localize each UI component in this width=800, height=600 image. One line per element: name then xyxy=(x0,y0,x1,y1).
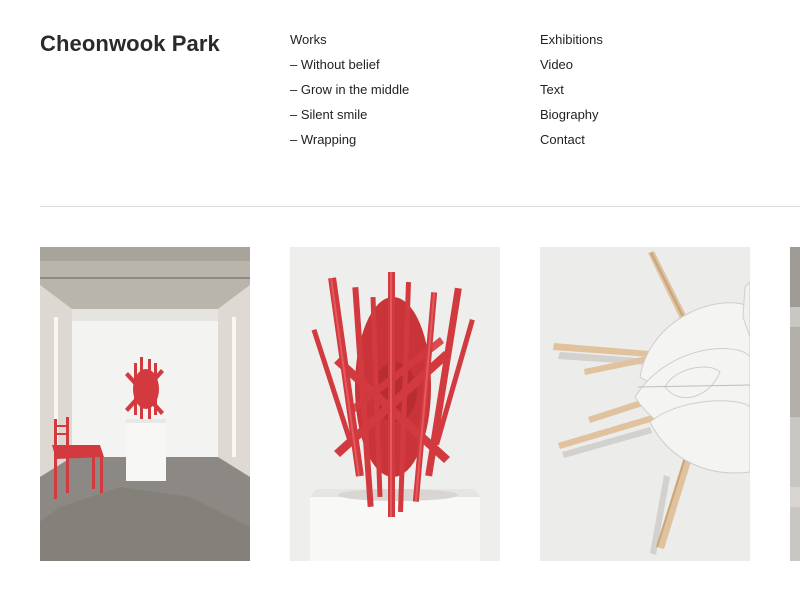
page: Cheonwook Park Works – Without belief – … xyxy=(0,0,800,600)
main-nav: Exhibitions Video Text Biography Contact xyxy=(540,31,603,156)
nav-item-silent-smile: – Silent smile xyxy=(290,106,409,131)
nav-link-wrapping[interactable]: – Wrapping xyxy=(290,132,356,147)
works-nav: Works – Without belief – Grow in the mid… xyxy=(290,31,409,156)
installation-view-image xyxy=(40,247,250,561)
gallery-thumbnail-1[interactable] xyxy=(40,247,250,561)
site-title[interactable]: Cheonwook Park xyxy=(40,31,220,57)
nav-link-without-belief[interactable]: – Without belief xyxy=(290,57,380,72)
nav-link-video[interactable]: Video xyxy=(540,57,573,72)
nav-item-contact: Contact xyxy=(540,131,603,156)
nav-item-grow-in-the-middle: – Grow in the middle xyxy=(290,81,409,106)
nav-link-works[interactable]: Works xyxy=(290,32,327,47)
nav-item-works: Works xyxy=(290,31,409,56)
nav-link-exhibitions[interactable]: Exhibitions xyxy=(540,32,603,47)
nav-link-biography[interactable]: Biography xyxy=(540,107,599,122)
nav-item-without-belief: – Without belief xyxy=(290,56,409,81)
header-divider xyxy=(40,206,800,207)
nav-item-wrapping: – Wrapping xyxy=(290,131,409,156)
gallery-thumbnail-4[interactable] xyxy=(790,247,800,561)
wall-sculpture-image xyxy=(540,247,750,561)
gallery-thumbnail-3[interactable] xyxy=(540,247,750,561)
nav-link-grow-in-the-middle[interactable]: – Grow in the middle xyxy=(290,82,409,97)
nav-link-contact[interactable]: Contact xyxy=(540,132,585,147)
nav-link-silent-smile[interactable]: – Silent smile xyxy=(290,107,367,122)
nav-item-exhibitions: Exhibitions xyxy=(540,31,603,56)
gallery-thumbnail-2[interactable] xyxy=(290,247,500,561)
partial-artwork-image xyxy=(790,247,800,561)
nav-item-video: Video xyxy=(540,56,603,81)
nav-item-text: Text xyxy=(540,81,603,106)
red-sculpture-image xyxy=(290,247,500,561)
nav-link-text[interactable]: Text xyxy=(540,82,564,97)
nav-item-biography: Biography xyxy=(540,106,603,131)
